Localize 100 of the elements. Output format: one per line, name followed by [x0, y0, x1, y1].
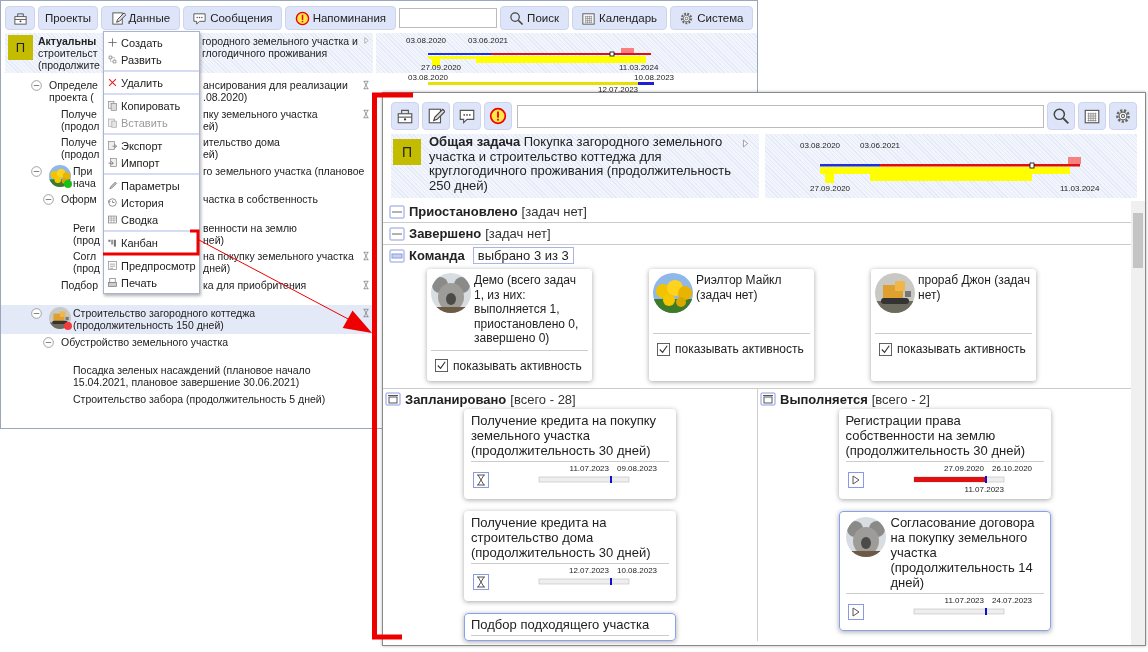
search-field[interactable]: [398, 8, 497, 28]
date-label: 27.09.2020: [943, 463, 984, 473]
toolbar-button[interactable]: Система: [669, 6, 753, 30]
date-label: 09.08.2023: [617, 463, 658, 473]
task-title: нача: [73, 176, 96, 189]
date-label: 12.07.2023: [598, 85, 639, 94]
task-card[interactable]: Согласование договора на покупку земельного участка (продолжительность 14 дней) 11.07.2023 24.07.2023: [838, 510, 1051, 631]
project-title: глогодичного проживания: [202, 47, 328, 59]
date-label: 11.03.2024: [1060, 184, 1100, 193]
play-icon[interactable]: [847, 471, 864, 488]
printer-icon: [107, 277, 118, 288]
checkbox[interactable]: [657, 342, 670, 356]
toolbar-button[interactable]: Поиск: [499, 6, 569, 30]
pencil-icon: [427, 107, 445, 125]
scrollbar[interactable]: [1131, 201, 1145, 645]
menu-item[interactable]: Создать: [104, 34, 199, 51]
expand-arrow-icon: [740, 138, 751, 149]
checkbox[interactable]: [879, 342, 892, 356]
task-title: Получение кредита на строительство дома (продолжительность 30 дней): [471, 514, 652, 560]
task-card[interactable]: Регистрации права собственности на землю (продолжительность 30 дней) 27.09.2020 26.10.2020 11.07.2023: [838, 408, 1051, 499]
task-title: Подбор подходящего участка: [471, 616, 650, 632]
task-title: (продолжительность 150 дней): [73, 319, 224, 331]
task-title: Согласование договора на покупку земельного участка (продолжительность 14 дней): [890, 514, 1036, 590]
date-label: 27.09.2020: [421, 63, 462, 72]
menu-item[interactable]: Удалить: [104, 74, 199, 91]
alert-icon: [489, 107, 507, 125]
menu-item[interactable]: Копировать: [104, 97, 199, 114]
column-icon[interactable]: [385, 392, 401, 406]
date-label: 10.08.2023: [617, 565, 658, 575]
section-toggle-icon[interactable]: [389, 248, 405, 263]
date-label: 11.07.2023: [964, 484, 1004, 494]
section-toggle-icon[interactable]: [389, 204, 405, 219]
toolbar-icon-button[interactable]: [422, 102, 450, 130]
task-title: (прод: [73, 233, 100, 246]
plus-icon: [107, 37, 118, 48]
collapse-toggle-icon[interactable]: [43, 194, 54, 205]
menu-item[interactable]: История: [104, 194, 199, 211]
collapse-toggle-icon[interactable]: [31, 165, 42, 177]
menu-item[interactable]: Предпросмотр: [104, 257, 199, 274]
menu-item[interactable]: Развить: [104, 51, 199, 68]
toolbar-button[interactable]: Календарь: [571, 6, 667, 30]
toolbar-button[interactable]: Сообщения: [182, 6, 283, 30]
speech-bubble-icon: [458, 107, 476, 125]
menu-item[interactable]: Печать: [104, 274, 199, 291]
toolbar-button[interactable]: Напоминания: [285, 6, 396, 30]
briefcase-icon: [396, 107, 414, 125]
menu-item[interactable]: Параметры: [104, 177, 199, 194]
collapse-toggle-icon[interactable]: [31, 308, 42, 319]
section-title: Команда: [409, 248, 465, 263]
branch-icon: [107, 54, 118, 65]
toolbar-icon-button[interactable]: [1047, 102, 1075, 130]
section-title: Приостановлено: [409, 204, 518, 219]
task-title: (продол: [61, 119, 100, 132]
speech-bubble-icon: [192, 10, 208, 26]
task-card[interactable]: Подбор подходящего участка: [464, 612, 676, 641]
section-toggle-icon[interactable]: [389, 226, 405, 241]
selected-row[interactable]: Строительство загородного коттеджа (продолжительность 150 дней): [1, 305, 373, 334]
toolbar-icon-button[interactable]: [484, 102, 512, 130]
toolbar-icon-button[interactable]: [1078, 102, 1106, 130]
task-title: При: [73, 164, 93, 177]
member-name: Риэлтор Майкл (задач нет): [696, 273, 783, 304]
collapse-toggle-icon[interactable]: [43, 336, 54, 348]
search-field[interactable]: [517, 104, 1044, 128]
date-label: 03.06.2021: [468, 36, 509, 45]
hourglass-icon: [473, 573, 489, 590]
toolbar-icon-button[interactable]: [391, 102, 419, 130]
today-marker: [610, 577, 612, 585]
toolbar-icon-button[interactable]: [5, 6, 35, 30]
project-badge: П: [393, 139, 421, 165]
toolbar-button[interactable]: Проекты: [38, 6, 98, 30]
project-title: Актуальны: [38, 35, 97, 47]
checkbox[interactable]: [435, 359, 448, 372]
menu-item[interactable]: Импорт: [104, 154, 199, 171]
play-icon[interactable]: [847, 603, 864, 620]
task-card[interactable]: Получение кредита на покупку земельного участка (продолжительность 30 дней) 11.07.2023 09.08.2023: [464, 408, 676, 499]
task-title: .08.2020): [203, 91, 248, 103]
menu-item[interactable]: Канбан: [104, 234, 199, 251]
filter-button[interactable]: выбрано 3 из 3: [472, 247, 574, 264]
menu-item[interactable]: Экспорт: [104, 137, 199, 154]
task-title: ительство дома: [203, 136, 280, 148]
task-title: го земельного участка (плановое: [203, 164, 365, 177]
collapse-toggle-icon[interactable]: [31, 80, 42, 91]
task-title: Получе: [61, 107, 97, 120]
task-title: Получение кредита на покупку земельного участка (продолжительность 30 дней): [471, 412, 657, 458]
toolbar-icon-button[interactable]: [1109, 102, 1137, 130]
date-label: 27.09.2020: [810, 184, 851, 193]
column-icon[interactable]: [760, 392, 776, 406]
task-card[interactable]: Получение кредита на строительство дома (продолжительность 30 дней) 12.07.2023 10.08.2023: [464, 510, 676, 601]
toolbar-button[interactable]: Данные: [101, 6, 180, 30]
menu-item[interactable]: Сводка: [104, 211, 199, 228]
hourglass-icon: [473, 471, 489, 488]
task-title: Обустройство земельного участка: [61, 335, 229, 348]
section-title: Завершено: [409, 226, 482, 241]
today-marker: [984, 607, 987, 615]
section-count: [задач нет]: [485, 226, 551, 241]
date-label: 12.07.2023: [568, 565, 609, 575]
date-label: 03.08.2020: [408, 73, 449, 82]
task-title: дней): [203, 262, 231, 274]
toolbar-icon-button[interactable]: [453, 102, 481, 130]
project-title: (продолжите: [38, 59, 100, 71]
